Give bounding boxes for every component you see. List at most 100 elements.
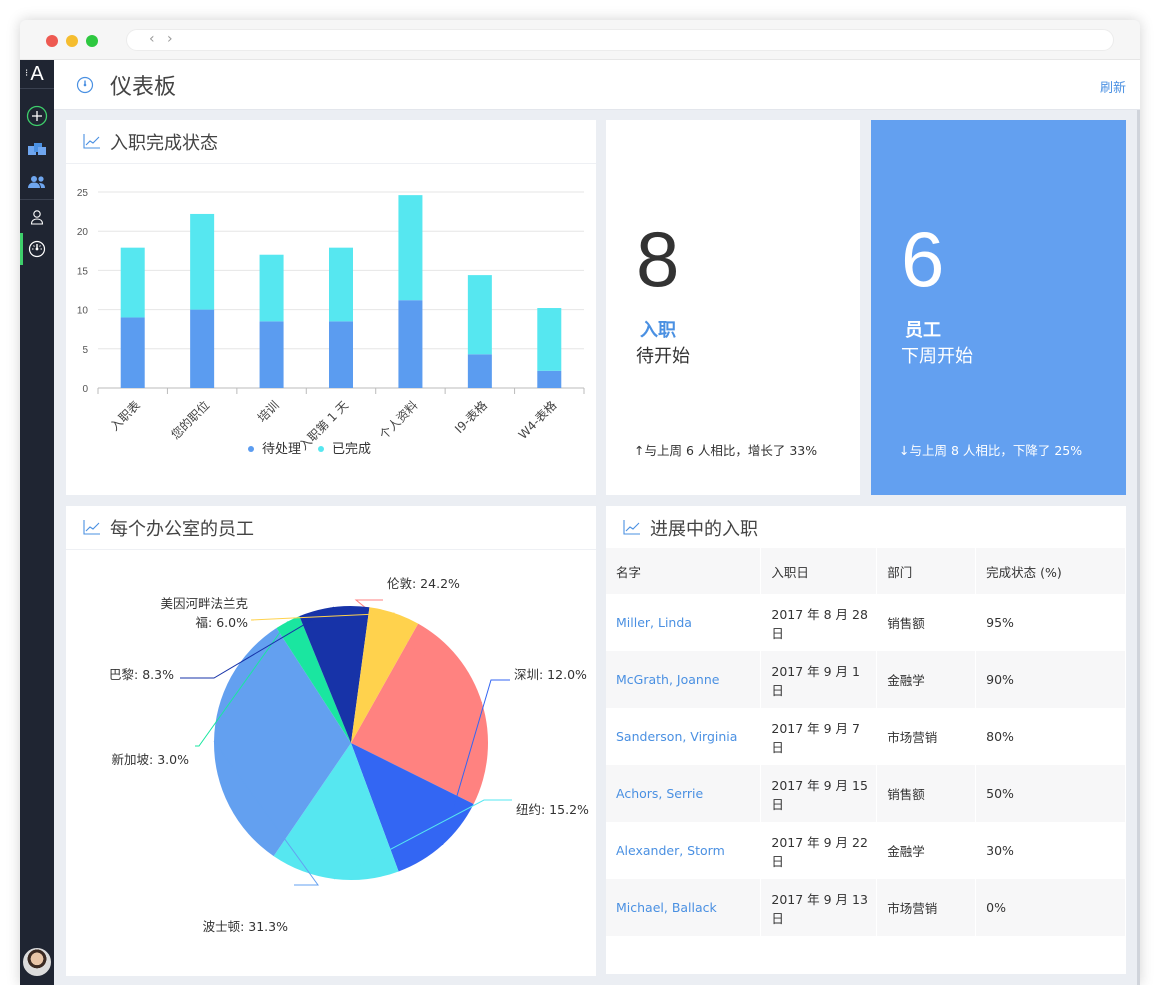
start-date-cell: 2017 年 8 月 28 日: [760, 594, 878, 651]
bar-segment-pending: [329, 321, 353, 388]
pie-chart: 伦敦: 24.2% 深圳: 12.0% 纽约: 15.2% 波士顿: 31.3% 新加坡…: [109, 576, 589, 934]
bar-segment-completed: [259, 254, 284, 322]
table-row[interactable]: Miller, Linda 2017 年 8 月 28 日 销售额 95%: [606, 594, 1126, 651]
y-tick-label: 15: [77, 266, 89, 277]
employees-per-office-card: 每个办公室的员工 伦敦: 24.2% 深圳: 12.0% 纽约: 15.2% 波士顿:…: [66, 506, 596, 976]
logo-letter: A: [30, 63, 44, 85]
card-header: 入职完成状态: [66, 120, 596, 164]
column-header-department[interactable]: 部门: [876, 548, 977, 594]
bar-segment-pending: [537, 370, 562, 388]
pie-slice-label: 波士顿: 31.3%: [203, 919, 289, 934]
table-row[interactable]: Michael, Ballack 2017 年 9 月 13 日 市场营销 0%: [606, 879, 1126, 936]
y-tick-label: 10: [77, 306, 89, 317]
employee-name-link[interactable]: Achors, Serrie: [606, 765, 762, 822]
table-row[interactable]: Sanderson, Virginia 2017 年 9 月 7 日 市场营销 …: [606, 708, 1126, 765]
line-chart-icon: [623, 519, 641, 539]
page-header: 仪表板 刷新: [54, 60, 1140, 110]
dashboard-gauge-icon[interactable]: [25, 237, 49, 261]
employee-name-link[interactable]: McGrath, Joanne: [606, 651, 762, 708]
maximize-window-button[interactable]: [86, 35, 98, 47]
table-row[interactable]: Alexander, Storm 2017 年 9 月 22 日 金融学 30%: [606, 822, 1126, 879]
x-tick-label: 个人资料: [377, 398, 421, 442]
table-row[interactable]: Achors, Serrie 2017 年 9 月 15 日 销售额 50%: [606, 765, 1126, 822]
bar-segment-completed: [329, 247, 353, 322]
folders-icon[interactable]: [25, 137, 49, 161]
stat-number: 8: [636, 215, 680, 303]
people-icon[interactable]: [25, 170, 49, 194]
pie-slice-label: 新加坡: 3.0%: [112, 752, 190, 767]
pie-slice-label: 美因河畔法兰克: [160, 596, 248, 611]
pie-slice-label: 巴黎: 8.3%: [109, 667, 174, 682]
bar-segment-completed: [537, 308, 562, 371]
legend-marker-pending: [248, 446, 254, 452]
stat-label-primary: 入职: [640, 320, 676, 341]
completion-cell: 80%: [975, 708, 1126, 765]
department-cell: 金融学: [876, 651, 977, 708]
card-title: 每个办公室的员工: [110, 519, 254, 540]
legend-marker-completed: [318, 446, 324, 452]
department-cell: 市场营销: [876, 708, 977, 765]
add-circle-icon[interactable]: [25, 104, 49, 128]
onboarding-status-card: 入职完成状态 0 5 10 15 20 25 入职表 您的职位 培训 入职第 1 天个人资料 I9-…: [66, 120, 596, 495]
department-cell: 销售额: [876, 594, 977, 651]
card-header: 每个办公室的员工: [66, 506, 596, 550]
employee-name-link[interactable]: Miller, Linda: [606, 594, 762, 651]
stat-change-text: ↑与上周 6 人相比，增长了 33%: [634, 443, 818, 458]
card-title: 入职完成状态: [110, 133, 218, 154]
line-chart-icon: [83, 133, 101, 153]
employee-name-link[interactable]: Sanderson, Virginia: [606, 708, 762, 765]
app-window: ‹ › ⁝ A 仪表板 刷新 入职完成状态 0 5 10 15 20 25 入职…: [20, 20, 1140, 985]
bar-segment-completed: [398, 195, 423, 301]
card-header: 进展中的入职: [606, 506, 1126, 550]
department-cell: 金融学: [876, 822, 977, 879]
avatar[interactable]: [23, 948, 51, 976]
bar-segment-pending: [259, 321, 284, 388]
y-tick-label: 25: [77, 188, 89, 199]
close-window-button[interactable]: [46, 35, 58, 47]
table-row[interactable]: McGrath, Joanne 2017 年 9 月 1 日 金融学 90%: [606, 651, 1126, 708]
minimize-window-button[interactable]: [66, 35, 78, 47]
start-date-cell: 2017 年 9 月 7 日: [760, 708, 878, 765]
completion-cell: 95%: [975, 594, 1126, 651]
app-logo[interactable]: ⁝ A: [20, 60, 54, 88]
line-chart-icon: [83, 519, 101, 539]
legend-label-pending: 待处理: [262, 442, 301, 457]
stat-card-starting-next-week[interactable]: 6 员工 下周开始 ↓与上周 8 人相比，下降了 25%: [871, 120, 1126, 495]
y-tick-label: 20: [77, 227, 89, 238]
stat-label-primary: 员工: [905, 320, 941, 341]
column-header-name[interactable]: 名字: [606, 548, 762, 594]
table-header-row: 名字 入职日 部门 完成状态 (%): [606, 548, 1126, 594]
person-icon[interactable]: [25, 205, 49, 229]
x-tick-label: 入职表: [107, 398, 142, 433]
stat-number: 6: [901, 215, 945, 303]
column-header-completion[interactable]: 完成状态 (%): [975, 548, 1126, 594]
stat-label-secondary: 下周开始: [901, 346, 973, 367]
completion-cell: 0%: [975, 879, 1126, 936]
stat-label-secondary: 待开始: [636, 346, 690, 367]
active-nav-indicator: [20, 233, 23, 265]
address-bar[interactable]: ‹ ›: [126, 29, 1114, 51]
completion-cell: 30%: [975, 822, 1126, 879]
bar-segment-completed: [120, 247, 145, 318]
column-header-start-date[interactable]: 入职日: [760, 548, 878, 594]
pie-slice-label: 纽约: 15.2%: [516, 802, 589, 817]
logo-dots-icon: ⁝: [25, 68, 29, 79]
start-date-cell: 2017 年 9 月 13 日: [760, 879, 878, 936]
employee-name-link[interactable]: Michael, Ballack: [606, 879, 762, 936]
department-cell: 市场营销: [876, 879, 977, 936]
sidebar: ⁝ A: [20, 60, 54, 985]
back-forward-icon[interactable]: ‹ ›: [149, 31, 177, 47]
onboarding-table: 名字 入职日 部门 完成状态 (%) Miller, Linda 2017 年 …: [606, 548, 1126, 936]
stat-card-pending-onboarding[interactable]: 8 入职 待开始 ↑与上周 6 人相比，增长了 33%: [606, 120, 860, 495]
bar-segment-pending: [120, 317, 145, 388]
employee-name-link[interactable]: Alexander, Storm: [606, 822, 762, 879]
page-title: 仪表板: [110, 75, 177, 100]
bar-segment-completed: [190, 213, 215, 310]
start-date-cell: 2017 年 9 月 15 日: [760, 765, 878, 822]
onboarding-in-progress-card: 进展中的入职 名字 入职日 部门 完成状态 (%) Miller, Linda …: [606, 506, 1126, 974]
stacked-bar-chart: 0510152025入职表 您的职位 培训 入职第 1 天个人资料 I9-表格 W4-表格…: [77, 188, 585, 457]
refresh-link[interactable]: 刷新: [1100, 77, 1126, 96]
bar-segment-pending: [467, 354, 492, 388]
scrollbar[interactable]: [1137, 110, 1140, 985]
bar-segment-completed: [467, 275, 492, 355]
